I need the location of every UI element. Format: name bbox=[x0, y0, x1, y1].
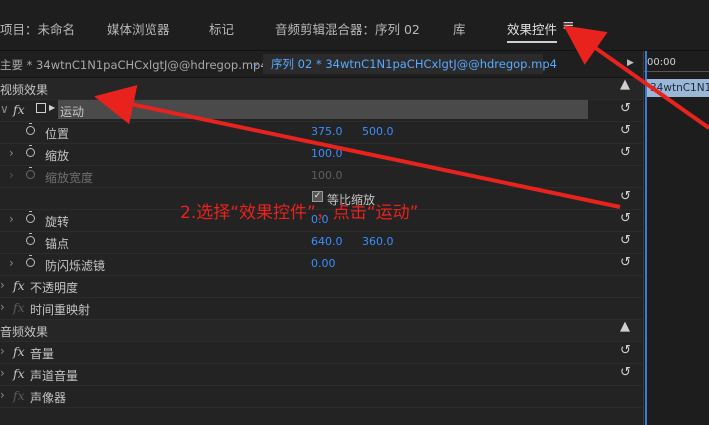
timeline-ruler[interactable] bbox=[644, 71, 709, 78]
tab-effect-controls[interactable]: 效果控件 bbox=[507, 19, 558, 43]
audio-effects-header: 音频效果 ▲ bbox=[0, 319, 642, 342]
effect-label[interactable]: 不透明度 bbox=[30, 279, 78, 296]
timeline-timecode: 00:00 bbox=[647, 57, 676, 68]
expand-chevron-icon[interactable]: ∨ bbox=[0, 102, 9, 116]
scale-value[interactable]: 100.0 bbox=[311, 147, 343, 160]
property-label: 位置 bbox=[45, 127, 70, 141]
motion-row[interactable]: ∨ fx ▶ 运动 ↺ bbox=[0, 100, 642, 122]
expand-chevron-icon[interactable]: › bbox=[0, 388, 5, 402]
tab-project[interactable]: 项目：未命名 bbox=[0, 19, 75, 38]
property-label: 锚点 bbox=[45, 237, 70, 251]
reset-icon[interactable]: ↺ bbox=[620, 365, 631, 380]
expand-chevron-icon[interactable]: › bbox=[0, 278, 5, 292]
opacity-row[interactable]: › fx 不透明度 bbox=[0, 276, 642, 298]
master-clip-label[interactable]: 主要 * 34wtnC1N1paCHCxlgtJ@@hdregop.mp4 bbox=[0, 57, 268, 73]
playhead[interactable] bbox=[645, 51, 647, 425]
reset-icon[interactable]: ↺ bbox=[620, 343, 631, 358]
fx-icon[interactable]: fx bbox=[13, 102, 25, 117]
anchor-x-value[interactable]: 640.0 bbox=[311, 235, 343, 248]
panel-tab-bar: 项目：未命名 媒体浏览器 标记 音频剪辑混合器：序列 02 库 效果控件 ≡ bbox=[0, 0, 709, 51]
play-triangle-icon[interactable]: ▶ bbox=[627, 58, 634, 68]
tab-audio-clip-mixer[interactable]: 音频剪辑混合器：序列 02 bbox=[275, 19, 420, 38]
stopwatch-icon[interactable] bbox=[26, 211, 35, 223]
expand-chevron-icon: › bbox=[9, 168, 14, 182]
timeline-clip[interactable]: 34wtnC1N1pa bbox=[647, 79, 709, 97]
property-label: 缩放 bbox=[45, 149, 70, 163]
property-label: 防闪烁滤镜 bbox=[45, 259, 106, 273]
reset-icon[interactable]: ↺ bbox=[620, 123, 631, 138]
fx-icon: fx bbox=[13, 300, 25, 315]
expand-chevron-icon[interactable]: › bbox=[9, 256, 14, 270]
anchor-row: 锚点 640.0 360.0 ↺ bbox=[0, 232, 642, 254]
motion-label[interactable]: 运动 bbox=[60, 103, 84, 120]
effect-label[interactable]: 声像器 bbox=[30, 389, 66, 406]
transform-box-icon[interactable] bbox=[36, 103, 46, 113]
expand-chevron-icon[interactable]: › bbox=[0, 344, 5, 358]
scale-width-row: › 缩放宽度 100.0 bbox=[0, 166, 642, 188]
expand-chevron-icon[interactable]: › bbox=[0, 300, 5, 314]
fx-icon[interactable]: fx bbox=[13, 344, 25, 359]
tab-markers[interactable]: 标记 bbox=[209, 19, 234, 38]
reset-icon[interactable]: ↺ bbox=[620, 233, 631, 248]
sequence-clip-label[interactable]: 序列 02 * 34wtnC1N1paCHCxlgtJ@@hdregop.mp4 bbox=[263, 54, 557, 74]
time-remap-row[interactable]: › fx 时间重映射 bbox=[0, 298, 642, 320]
expand-chevron-icon[interactable]: › bbox=[0, 366, 5, 380]
fx-icon[interactable]: fx bbox=[13, 278, 25, 293]
video-effects-header: 视频效果 ▲ bbox=[0, 77, 642, 100]
fx-icon: fx bbox=[13, 388, 25, 403]
play-triangle-icon: ▶ bbox=[49, 103, 56, 112]
fx-icon[interactable]: fx bbox=[13, 366, 25, 381]
stopwatch-icon[interactable] bbox=[26, 233, 35, 245]
reset-icon[interactable]: ↺ bbox=[620, 211, 631, 226]
motion-highlight-bar[interactable] bbox=[58, 100, 588, 119]
position-row: 位置 375.0 500.0 ↺ bbox=[0, 122, 642, 144]
anchor-y-value[interactable]: 360.0 bbox=[362, 235, 394, 248]
property-label: 缩放宽度 bbox=[45, 171, 94, 185]
panner-row[interactable]: › fx 声像器 bbox=[0, 386, 642, 408]
effect-label[interactable]: 声道音量 bbox=[30, 367, 78, 384]
clip-selector-bar: 主要 * 34wtnC1N1paCHCxlgtJ@@hdregop.mp4 ⌄ … bbox=[0, 51, 642, 78]
section-title-audio: 音频效果 bbox=[0, 325, 49, 339]
effect-controls-timeline[interactable]: 00:00 34wtnC1N1pa bbox=[643, 51, 709, 425]
property-label: 旋转 bbox=[45, 215, 70, 229]
anti-flicker-value[interactable]: 0.00 bbox=[311, 257, 336, 270]
effect-properties-list: 视频效果 ▲ ∨ fx ▶ 运动 ↺ 位置 375.0 500.0 ↺ › 缩放… bbox=[0, 77, 642, 408]
stopwatch-icon[interactable] bbox=[26, 123, 35, 135]
channel-volume-row[interactable]: › fx 声道音量 ↺ bbox=[0, 364, 642, 386]
position-x-value[interactable]: 375.0 bbox=[311, 125, 343, 138]
tutorial-annotation: 2.选择“效果控件”，点击“运动” bbox=[180, 203, 419, 223]
collapse-up-icon[interactable]: ▲ bbox=[620, 77, 630, 92]
scale-row: › 缩放 100.0 ↺ bbox=[0, 144, 642, 166]
chevron-down-icon[interactable]: ⌄ bbox=[251, 56, 260, 69]
volume-row[interactable]: › fx 音量 ↺ bbox=[0, 342, 642, 364]
stopwatch-icon[interactable] bbox=[26, 255, 35, 267]
collapse-up-icon[interactable]: ▲ bbox=[620, 319, 630, 334]
reset-icon[interactable]: ↺ bbox=[620, 101, 631, 116]
reset-icon[interactable]: ↺ bbox=[620, 145, 631, 160]
panel-menu-icon[interactable]: ≡ bbox=[562, 16, 575, 34]
stopwatch-icon bbox=[26, 167, 35, 179]
reset-icon[interactable]: ↺ bbox=[620, 189, 631, 204]
expand-chevron-icon[interactable]: › bbox=[9, 212, 14, 226]
scale-width-value: 100.0 bbox=[311, 169, 343, 182]
tab-libraries[interactable]: 库 bbox=[453, 19, 466, 38]
section-title-video: 视频效果 bbox=[0, 83, 49, 97]
position-y-value[interactable]: 500.0 bbox=[362, 125, 394, 138]
tab-media-browser[interactable]: 媒体浏览器 bbox=[107, 19, 170, 38]
stopwatch-icon[interactable] bbox=[26, 145, 35, 157]
anti-flicker-row: › 防闪烁滤镜 0.00 ↺ bbox=[0, 254, 642, 276]
effect-label[interactable]: 音量 bbox=[30, 345, 54, 362]
reset-icon[interactable]: ↺ bbox=[620, 255, 631, 270]
effect-label[interactable]: 时间重映射 bbox=[30, 301, 90, 318]
expand-chevron-icon[interactable]: › bbox=[9, 146, 14, 160]
